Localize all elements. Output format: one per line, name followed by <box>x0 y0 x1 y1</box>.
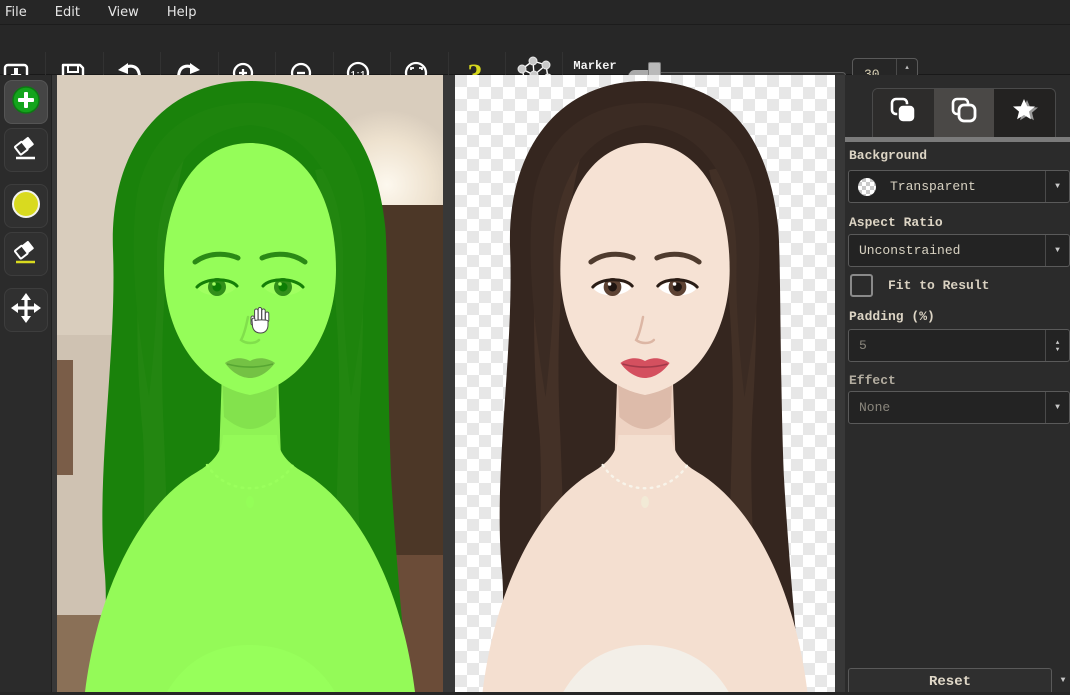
menu-file[interactable]: File <box>0 0 41 25</box>
padding-label: Padding (%) <box>849 309 935 324</box>
tab-favorites[interactable] <box>994 89 1055 137</box>
dropdown-arrow-icon[interactable]: ▼ <box>1045 392 1069 423</box>
effect-value: None <box>849 400 1045 415</box>
aspect-ratio-value: Unconstrained <box>849 243 1045 258</box>
green-plus-marker-icon <box>10 84 42 121</box>
star-icon <box>1009 95 1041 132</box>
menu-help[interactable]: Help <box>153 0 211 25</box>
background-dropdown[interactable]: Transparent ▼ <box>848 170 1070 203</box>
tab-layers-filled[interactable] <box>873 89 934 137</box>
pan-tool[interactable] <box>4 288 48 332</box>
tab-layers-outline[interactable] <box>934 89 995 137</box>
layers-outline-icon <box>949 96 979 131</box>
effect-label: Effect <box>849 373 896 388</box>
panel-tabs <box>872 88 1056 137</box>
effect-dropdown[interactable]: None ▼ <box>848 391 1070 424</box>
background-value: Transparent <box>876 179 1045 194</box>
menu-edit[interactable]: Edit <box>41 0 94 25</box>
erase-background-marker-tool[interactable] <box>4 232 48 276</box>
add-foreground-marker-tool[interactable] <box>4 80 48 124</box>
eraser-white-icon <box>11 133 41 168</box>
reset-dropdown-arrow[interactable]: ▼ <box>1056 668 1070 692</box>
editor-canvas <box>52 75 845 692</box>
tool-sidebar <box>0 75 52 692</box>
layers-filled-icon <box>888 96 918 131</box>
spin-up-button[interactable]: ▲ <box>1056 339 1060 346</box>
yellow-circle-marker-icon <box>10 188 42 225</box>
background-label: Background <box>849 148 927 163</box>
fit-to-result-label: Fit to Result <box>888 278 989 293</box>
tab-underline <box>845 137 1070 142</box>
spin-up-button[interactable]: ▲ <box>897 59 917 75</box>
padding-spinbox[interactable]: 5 ▲ ▼ <box>848 329 1070 362</box>
dropdown-arrow-icon[interactable]: ▼ <box>1045 171 1069 202</box>
settings-panel: Background Transparent ▼ Aspect Ratio Un… <box>845 75 1070 692</box>
add-background-marker-tool[interactable] <box>4 184 48 228</box>
eraser-yellow-icon <box>11 237 41 272</box>
transparent-checker-icon <box>858 178 876 196</box>
padding-spin-buttons[interactable]: ▲ ▼ <box>1045 330 1069 361</box>
source-image-with-mask[interactable] <box>57 75 443 692</box>
result-image-transparent[interactable] <box>455 75 835 692</box>
fit-to-result-checkbox[interactable] <box>850 274 873 297</box>
menu-view[interactable]: View <box>94 0 153 25</box>
erase-foreground-marker-tool[interactable] <box>4 128 48 172</box>
dropdown-arrow-icon[interactable]: ▼ <box>1045 235 1069 266</box>
toolbar: 1:1 ? Marker Size <box>0 25 1070 75</box>
aspect-ratio-dropdown[interactable]: Unconstrained ▼ <box>848 234 1070 267</box>
menu-bar: File Edit View Help <box>0 0 1070 25</box>
move-arrows-icon <box>10 292 42 329</box>
padding-value[interactable]: 5 <box>849 338 1045 353</box>
reset-button[interactable]: Reset <box>848 668 1052 692</box>
spin-down-button[interactable]: ▼ <box>1056 346 1060 353</box>
aspect-ratio-label: Aspect Ratio <box>849 215 943 230</box>
